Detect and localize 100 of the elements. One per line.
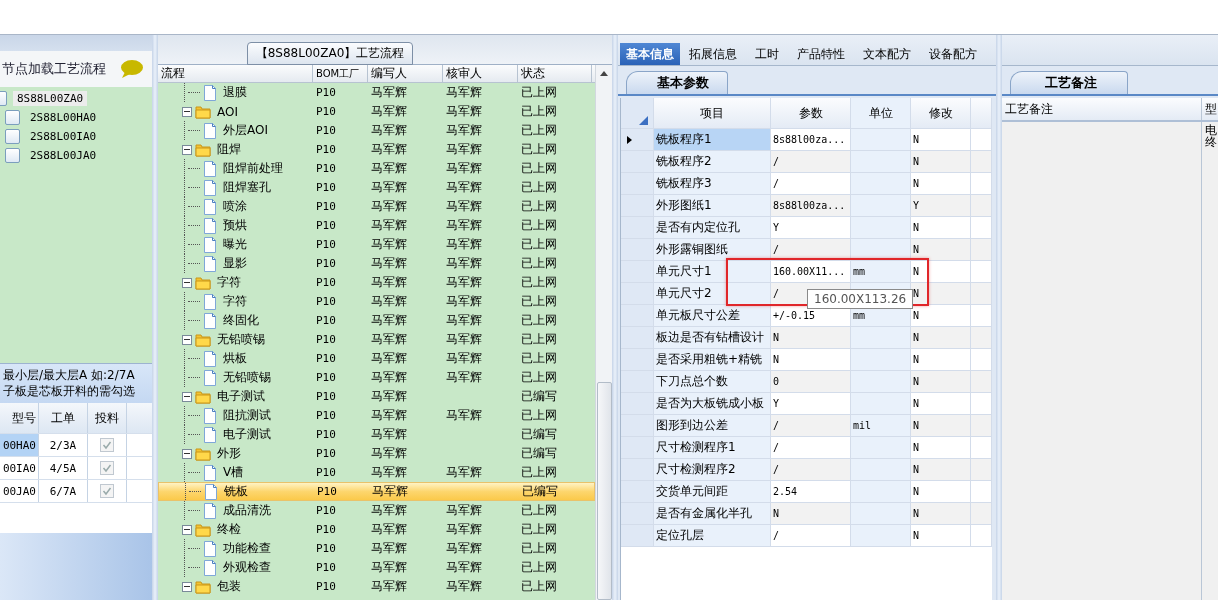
tree-item[interactable]: 2S88L00HA0	[26, 110, 101, 125]
table-cell: /	[771, 151, 851, 172]
table-cell-text: 已上网	[520, 122, 558, 139]
table-cell-text: 马军辉	[370, 103, 408, 120]
column-header[interactable]: 状态	[518, 65, 592, 82]
table-cell-text: 马军辉	[445, 236, 483, 253]
tree-row[interactable]: 终固化 P10 马军辉 马军辉 已上网	[158, 311, 595, 330]
column-header[interactable]: 流程	[158, 65, 313, 82]
expand-toggle[interactable]	[182, 581, 192, 592]
tab[interactable]: 基本信息	[620, 43, 680, 65]
table-cell-text: 已上网	[520, 103, 558, 120]
row-header[interactable]	[621, 129, 654, 150]
expand-toggle[interactable]	[182, 144, 192, 155]
tree-item[interactable]: 8S88L00ZA0	[13, 91, 88, 106]
expand-toggle[interactable]	[182, 391, 192, 402]
column-header[interactable]: 项目	[654, 98, 771, 128]
tree-row[interactable]: 退膜 P10 马军辉 马军辉 已上网	[158, 83, 595, 102]
tree-row[interactable]: 功能检查 P10 马军辉 马军辉 已上网	[158, 539, 595, 558]
column-header[interactable]: 型号	[0, 403, 39, 433]
expand-toggle[interactable]	[182, 448, 192, 459]
tree-item-label: 终检	[217, 521, 241, 538]
table-cell-text: 已上网	[520, 160, 558, 177]
tree-row[interactable]: 阻焊塞孔 P10 马军辉 马军辉 已上网	[158, 178, 595, 197]
column-header[interactable]: 核审人	[443, 65, 518, 82]
table-cell-text: 马军辉	[445, 255, 483, 272]
table-cell: 是否有金属化半孔	[654, 503, 771, 524]
table-cell: 是否采用粗铣+精铣	[654, 349, 771, 370]
tree-row[interactable]: 烘板 P10 马军辉 马军辉 已上网	[158, 349, 595, 368]
tree-item[interactable]: 2S88L00JA0	[26, 148, 101, 163]
tree-row[interactable]: 无铅喷锡 P10 马军辉 马军辉 已上网	[158, 368, 595, 387]
tree-row[interactable]: 电子测试 P10 马军辉 已编写	[158, 387, 595, 406]
document-icon	[203, 255, 217, 272]
tree-row[interactable]: 铣板 P10 马军辉 已编写	[158, 482, 595, 501]
tree-row[interactable]: 曝光 P10 马军辉 马军辉 已上网	[158, 235, 595, 254]
table-cell-text: P10	[315, 219, 337, 232]
table-cell: 板边是否有钻槽设计	[654, 327, 771, 348]
tree-row[interactable]: 字符 P10 马军辉 马军辉 已上网	[158, 273, 595, 292]
column-header[interactable]: 型	[1202, 98, 1218, 120]
tree-item[interactable]: 2S88L00IA0	[26, 129, 101, 144]
document-icon	[203, 559, 217, 576]
tree-row[interactable]: AOI P10 马军辉 马军辉 已上网	[158, 102, 595, 121]
table-cell-text: 已上网	[520, 407, 558, 424]
table-cell-text: 已编写	[521, 483, 559, 500]
tab[interactable]: 基本参数	[626, 71, 728, 94]
table-cell-text: P10	[315, 276, 337, 289]
tree-row[interactable]: 阻抗测试 P10 马军辉 马军辉 已上网	[158, 406, 595, 425]
tree-row[interactable]: 外层AOI P10 马军辉 马军辉 已上网	[158, 121, 595, 140]
tree-row[interactable]: 终检 P10 马军辉 马军辉 已上网	[158, 520, 595, 539]
tree-row[interactable]: 外观检查 P10 马军辉 马军辉 已上网	[158, 558, 595, 577]
table-cell-text: P10	[315, 409, 337, 422]
column-header[interactable]: BOM工厂	[313, 65, 368, 82]
column-header[interactable]: 修改	[911, 98, 971, 128]
table-cell-text: 已上网	[520, 84, 558, 101]
checkbox[interactable]	[5, 129, 20, 144]
tab[interactable]: 工艺备注	[1010, 71, 1128, 94]
scrollbar[interactable]	[595, 65, 612, 600]
table-cell-text: 已上网	[520, 350, 558, 367]
tab[interactable]: 设备配方	[920, 43, 986, 65]
expand-toggle[interactable]	[182, 334, 192, 345]
tree-row[interactable]: 成品清洗 P10 马军辉 马军辉 已上网	[158, 501, 595, 520]
table-cell-text: 马军辉	[445, 350, 483, 367]
tab[interactable]: 拓展信息	[680, 43, 746, 65]
tree-row[interactable]: 阻焊前处理 P10 马军辉 马军辉 已上网	[158, 159, 595, 178]
expand-toggle[interactable]	[182, 106, 192, 117]
tree-row[interactable]: 显影 P10 马军辉 马军辉 已上网	[158, 254, 595, 273]
tree-row[interactable]: 预烘 P10 马军辉 马军辉 已上网	[158, 216, 595, 235]
table-cell-text: 已上网	[520, 274, 558, 291]
column-header[interactable]: 工艺备注	[1002, 98, 1202, 120]
table-cell-text: 马军辉	[370, 179, 408, 196]
tree-row[interactable]: 电子测试 P10 马军辉 已编写	[158, 425, 595, 444]
scroll-thumb[interactable]	[596, 382, 612, 600]
tooltip: 160.00X113.26	[807, 289, 914, 309]
table-cell: N	[911, 283, 971, 304]
tree-row[interactable]: 字符 P10 马军辉 马军辉 已上网	[158, 292, 595, 311]
table-cell-text: 马军辉	[370, 122, 408, 139]
table-cell: 00IA0	[0, 457, 39, 479]
table-cell: N	[911, 173, 971, 194]
tree-row[interactable]: 外形 P10 马军辉 已编写	[158, 444, 595, 463]
column-header[interactable]: 投料	[88, 403, 127, 433]
column-header[interactable]: 工单	[39, 403, 88, 433]
column-header[interactable]: 单位	[851, 98, 911, 128]
checkbox[interactable]	[5, 110, 20, 125]
table-cell-text: 已上网	[520, 293, 558, 310]
tree-row[interactable]: 阻焊 P10 马军辉 马军辉 已上网	[158, 140, 595, 159]
expand-toggle[interactable]	[182, 277, 192, 288]
tree-row[interactable]: 喷涂 P10 马军辉 马军辉 已上网	[158, 197, 595, 216]
tree-row[interactable]: 包装 P10 马军辉 马军辉 已上网	[158, 577, 595, 596]
table-cell: N	[911, 349, 971, 370]
expand-toggle[interactable]	[182, 524, 192, 535]
tree-row[interactable]: 无铅喷锡 P10 马军辉 马军辉 已上网	[158, 330, 595, 349]
tab[interactable]: 文本配方	[854, 43, 920, 65]
document-icon	[203, 407, 217, 424]
table-cell-text: 马军辉	[445, 293, 483, 310]
checkbox[interactable]	[5, 148, 20, 163]
tab[interactable]: 工时	[746, 43, 788, 65]
tab[interactable]: 产品特性	[788, 43, 854, 65]
document-icon	[203, 84, 217, 101]
column-header[interactable]: 编写人	[368, 65, 443, 82]
table-cell-text: P10	[315, 390, 337, 403]
table-cell-text: P10	[315, 504, 337, 517]
